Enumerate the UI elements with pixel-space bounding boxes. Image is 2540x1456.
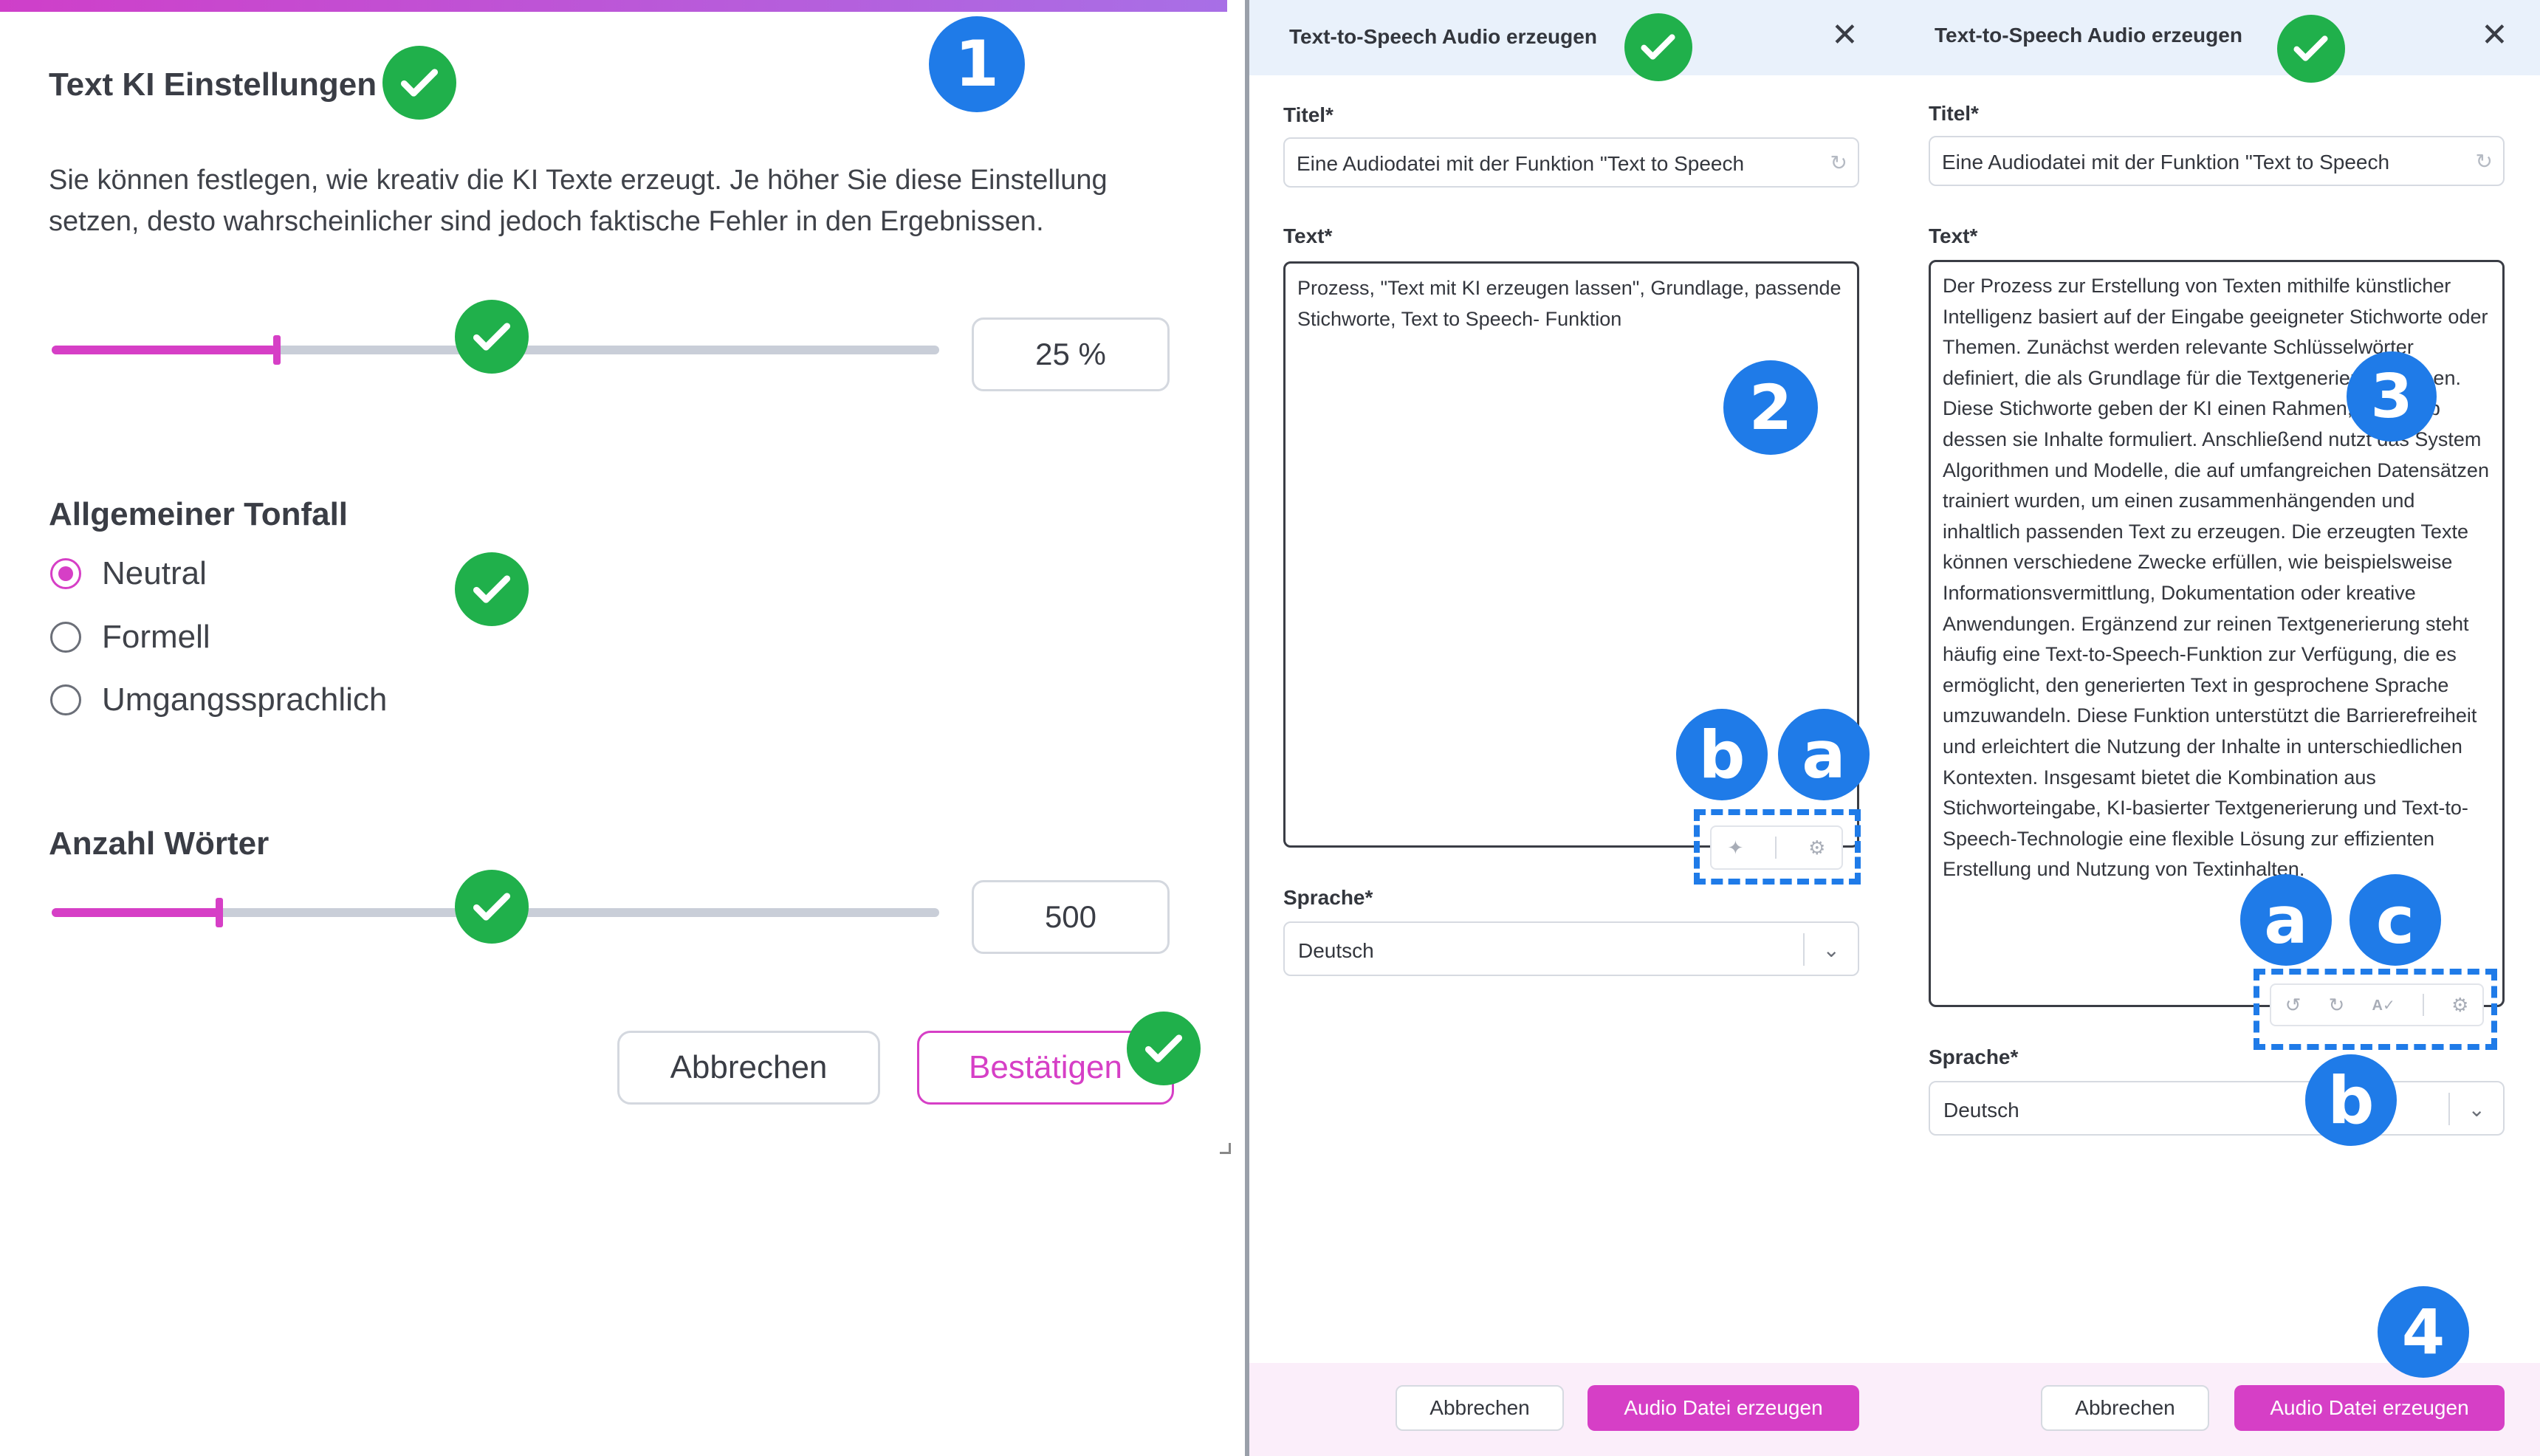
text-area[interactable]: Prozess, "Text mit KI erzeugen lassen", …	[1283, 261, 1859, 848]
title-field-label: Titel*	[1283, 103, 1334, 126]
creativity-value-field[interactable]: 25 %	[972, 317, 1170, 391]
creativity-slider-thumb[interactable]	[273, 335, 281, 365]
marker-a: a	[2240, 874, 2332, 966]
chevron-down-icon[interactable]: ⌄	[2468, 1097, 2485, 1122]
close-icon[interactable]: ✕	[1831, 19, 1858, 52]
refresh-icon[interactable]: ↻	[2476, 149, 2493, 174]
cancel-button[interactable]: Abbrechen	[1396, 1385, 1564, 1431]
radio-formell-label: Formell	[102, 619, 210, 655]
word-count-title: Anzahl Wörter	[49, 825, 270, 862]
progress-topbar	[0, 0, 1227, 12]
radio-umgangssprachlich-label: Umgangssprachlich	[102, 681, 388, 718]
tts-dialog-empty: Text-to-Speech Audio erzeugen ✕ Titel* E…	[1249, 0, 1895, 1456]
check-icon	[2277, 15, 2345, 83]
select-divider	[2448, 1093, 2450, 1125]
radio-neutral-label: Neutral	[102, 555, 207, 591]
text-field-label: Text*	[1283, 224, 1333, 247]
step-marker-2: 2	[1723, 360, 1818, 455]
title-input[interactable]: Eine Audiodatei mit der Funktion "Text t…	[1283, 137, 1859, 188]
close-icon[interactable]: ✕	[2481, 19, 2508, 52]
text-area-content: Prozess, "Text mit KI erzeugen lassen", …	[1297, 277, 1842, 330]
check-icon	[455, 870, 529, 944]
tts-dialog-filled: Text-to-Speech Audio erzeugen ✕ Titel* E…	[1895, 0, 2540, 1456]
radio-formell[interactable]	[50, 622, 81, 653]
word-count-slider-fill	[52, 908, 220, 917]
generate-audio-button[interactable]: Audio Datei erzeugen	[2234, 1385, 2505, 1431]
text-field-label: Text*	[1929, 224, 1978, 247]
marker-a: a	[1778, 709, 1870, 800]
language-select-value: Deutsch	[1943, 1099, 2019, 1122]
check-icon	[382, 46, 456, 120]
refresh-icon[interactable]: ↻	[1830, 151, 1847, 175]
dialog-title: Text-to-Speech Audio erzeugen	[1935, 24, 2242, 47]
settings-description: Sie können festlegen, wie kreativ die KI…	[49, 165, 1108, 237]
generate-audio-button[interactable]: Audio Datei erzeugen	[1588, 1385, 1859, 1431]
marker-b: b	[1676, 709, 1768, 800]
highlight-toolbar-box	[1694, 809, 1861, 885]
tone-title: Allgemeiner Tonfall	[49, 496, 349, 532]
dialog-title: Text-to-Speech Audio erzeugen	[1289, 25, 1597, 48]
check-icon	[455, 300, 529, 374]
select-divider	[1803, 933, 1805, 966]
cancel-button[interactable]: Abbrechen	[2041, 1385, 2209, 1431]
word-count-slider-thumb[interactable]	[216, 898, 223, 927]
settings-title: Text KI Einstellungen	[49, 66, 377, 103]
creativity-slider-fill	[52, 346, 276, 354]
language-select[interactable]: Deutsch ⌄	[1283, 921, 1859, 976]
ki-settings-panel: Text KI Einstellungen Sie können festleg…	[0, 0, 1248, 1456]
title-input-value: Eine Audiodatei mit der Funktion "Text t…	[1297, 152, 1745, 175]
step-marker-1: 1	[929, 16, 1025, 112]
chevron-down-icon[interactable]: ⌄	[1823, 938, 1840, 962]
language-select[interactable]: Deutsch ⌄	[1929, 1081, 2505, 1136]
check-icon	[1127, 1012, 1201, 1085]
check-icon	[1624, 13, 1692, 81]
title-input-value: Eine Audiodatei mit der Funktion "Text t…	[1942, 151, 2390, 174]
title-input[interactable]: Eine Audiodatei mit der Funktion "Text t…	[1929, 136, 2505, 186]
radio-umgangssprachlich[interactable]	[50, 684, 81, 715]
language-label: Sprache*	[1929, 1045, 2019, 1068]
cancel-button[interactable]: Abbrechen	[617, 1031, 880, 1105]
title-field-label: Titel*	[1929, 102, 1979, 125]
radio-neutral[interactable]	[50, 558, 81, 589]
language-label: Sprache*	[1283, 886, 1373, 909]
highlight-toolbar-box	[2254, 969, 2497, 1050]
language-select-value: Deutsch	[1298, 939, 1374, 962]
resize-grip-icon[interactable]	[1220, 1143, 1231, 1154]
step-marker-3: 3	[2347, 351, 2437, 442]
step-marker-4: 4	[2378, 1286, 2469, 1378]
marker-c: c	[2350, 874, 2441, 966]
word-count-value-field[interactable]: 500	[972, 880, 1170, 954]
marker-b: b	[2305, 1054, 2397, 1146]
check-icon	[455, 552, 529, 626]
